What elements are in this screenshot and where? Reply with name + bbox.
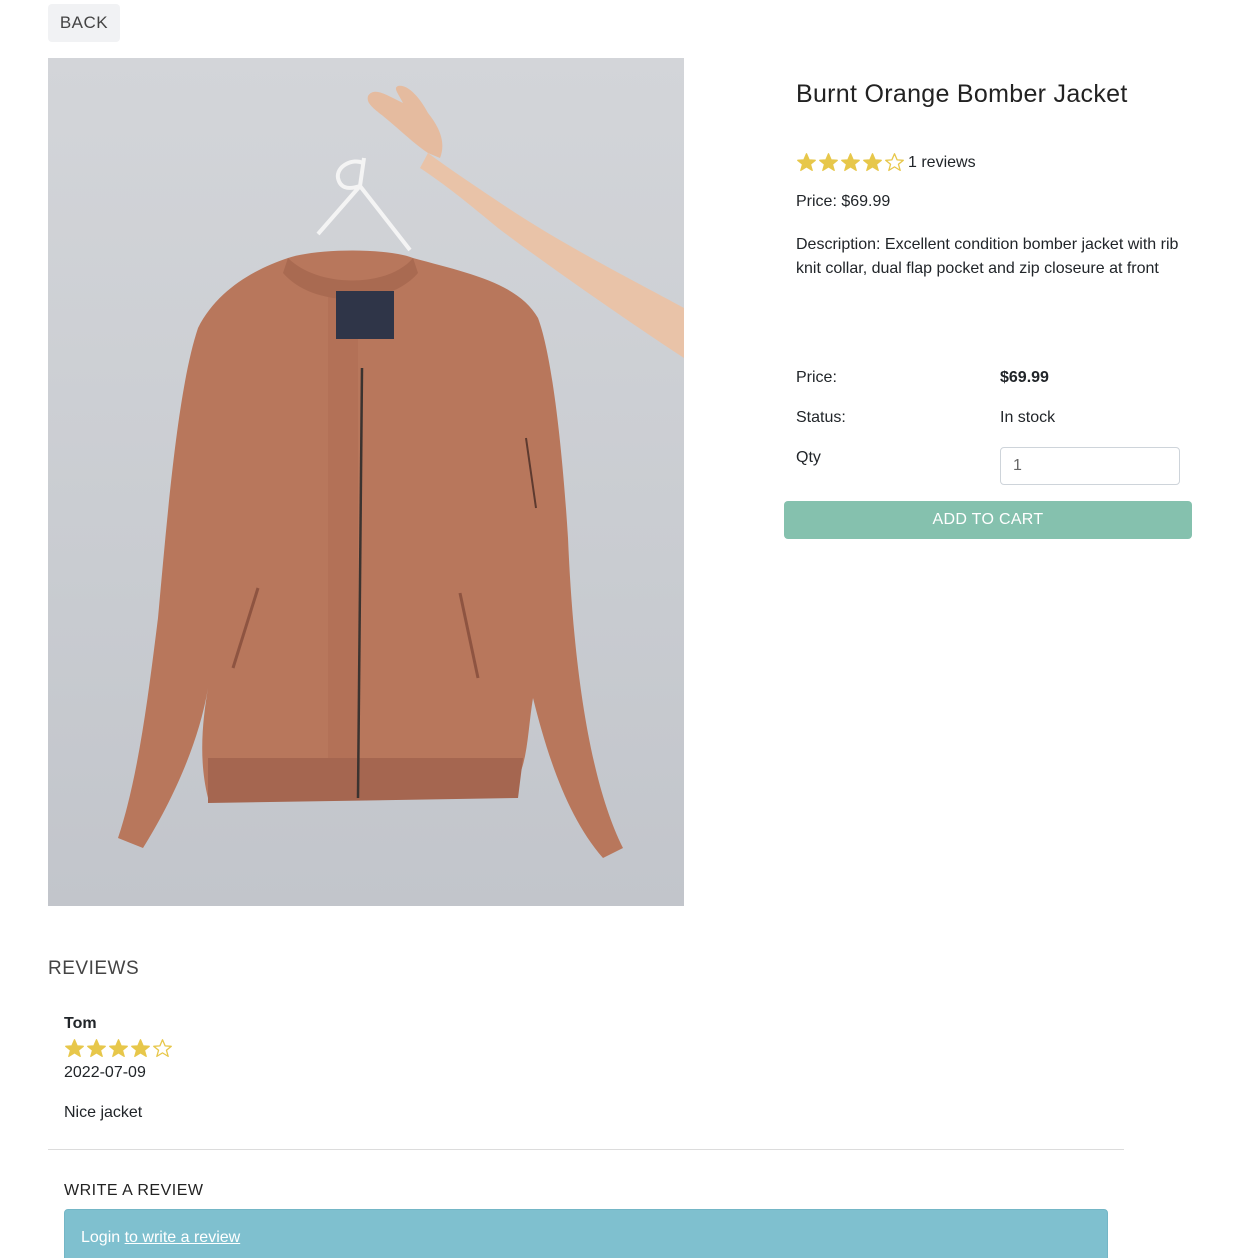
product-title: Burnt Orange Bomber Jacket xyxy=(796,80,1128,108)
login-alert: Login to write a review xyxy=(64,1209,1108,1258)
star-filled-icon xyxy=(109,1039,128,1058)
product-image xyxy=(48,58,684,906)
star-filled-icon xyxy=(87,1039,106,1058)
review-date: 2022-07-09 xyxy=(64,1064,146,1081)
star-filled-icon xyxy=(797,153,816,172)
divider xyxy=(48,1149,1124,1150)
review-comment: Nice jacket xyxy=(64,1104,143,1121)
star-filled-icon xyxy=(863,153,882,172)
back-button[interactable]: BACK xyxy=(48,4,120,42)
login-link[interactable]: to write a review xyxy=(125,1229,241,1246)
reviewer-name: Tom xyxy=(64,1015,97,1032)
add-to-cart-button[interactable]: ADD TO CART xyxy=(784,501,1192,539)
jacket-photo-illustration xyxy=(118,85,684,858)
product-description: Description: Excellent condition bomber … xyxy=(796,236,1179,277)
status-value: In stock xyxy=(1000,409,1056,426)
star-filled-icon xyxy=(841,153,860,172)
star-filled-icon xyxy=(819,153,838,172)
star-filled-icon xyxy=(65,1039,84,1058)
price-label: Price: xyxy=(796,369,837,386)
reviews-count: 1 reviews xyxy=(908,153,976,171)
price-value: $69.99 xyxy=(1000,369,1049,386)
review-rating-stars xyxy=(64,1038,173,1059)
write-review-heading: WRITE A REVIEW xyxy=(64,1182,204,1199)
star-empty-icon xyxy=(885,153,904,172)
rating-stars xyxy=(796,152,905,173)
star-empty-icon xyxy=(153,1039,172,1058)
reviews-heading: REVIEWS xyxy=(48,958,140,979)
product-page: BACK Burnt Orange Bomber Jacket 1 review… xyxy=(0,0,1260,1258)
star-filled-icon xyxy=(131,1039,150,1058)
price-text: Price: $69.99 xyxy=(796,193,891,210)
login-text: Login xyxy=(81,1229,121,1246)
qty-label: Qty xyxy=(796,449,821,466)
product-rating: 1 reviews xyxy=(796,152,976,173)
status-label: Status: xyxy=(796,409,846,426)
qty-input[interactable] xyxy=(1000,447,1180,485)
